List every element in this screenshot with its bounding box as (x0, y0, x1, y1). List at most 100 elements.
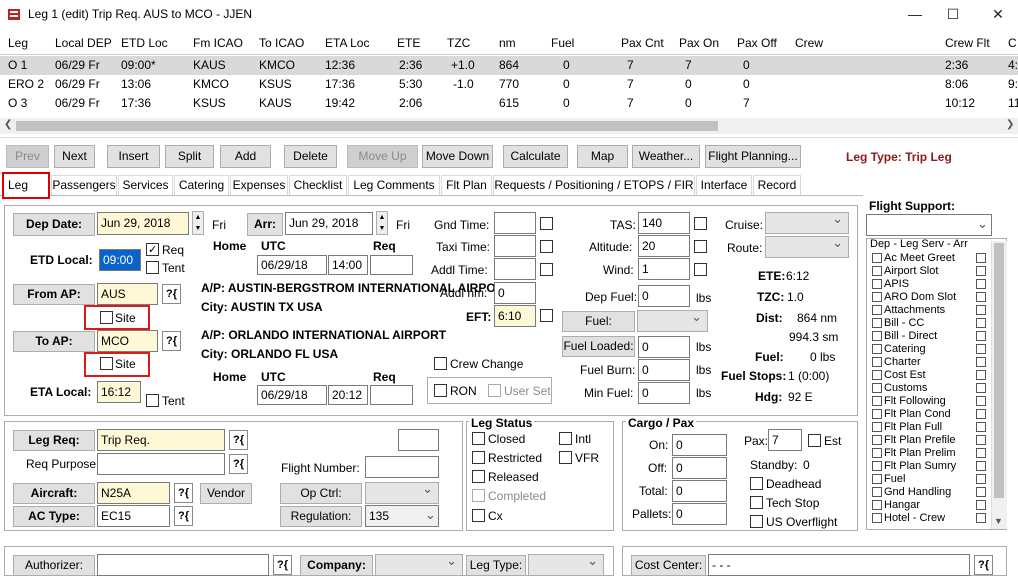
flight-support-dep-checkbox[interactable] (872, 435, 882, 445)
leg-req-extra-field[interactable] (398, 429, 439, 451)
completed-checkbox[interactable] (472, 489, 485, 502)
add-button[interactable]: Add (220, 145, 271, 168)
eta-tent-checkbox[interactable] (146, 394, 159, 407)
tab-requests[interactable]: Requests / Positioning / ETOPS / FIR (493, 175, 695, 195)
dep-date-spinner[interactable]: ▲ ▼ (192, 211, 204, 235)
etd-local-field[interactable]: 09:00 (99, 249, 141, 271)
cargo-off-field[interactable]: 0 (672, 457, 727, 479)
req-purpose-field[interactable] (97, 453, 225, 475)
table-row[interactable]: O 3 06/29 Fr 17:36 KSUS KAUS 19:42 2:06 … (0, 94, 1018, 113)
dep-home-date-field[interactable]: 06/29/18 (257, 255, 327, 275)
wind-checkbox[interactable] (694, 263, 707, 276)
flight-support-arr-checkbox[interactable] (976, 266, 986, 276)
flight-support-arr-checkbox[interactable] (976, 357, 986, 367)
taxi-time-field[interactable] (494, 235, 536, 257)
op-ctrl-button[interactable]: Op Ctrl: (280, 483, 362, 504)
close-icon[interactable]: ✕ (983, 4, 1013, 24)
move-down-button[interactable]: Move Down (422, 145, 493, 168)
ac-type-button[interactable]: AC Type: (13, 506, 95, 527)
flight-support-dep-checkbox[interactable] (872, 253, 882, 263)
regulation-button[interactable]: Regulation: (280, 506, 362, 527)
col-header[interactable]: Crew (795, 36, 823, 50)
aircraft-field[interactable]: N25A (97, 482, 170, 504)
flight-planning-button[interactable]: Flight Planning... (705, 145, 801, 168)
table-row[interactable]: O 1 06/29 Fr 09:00* KAUS KMCO 12:36 2:36… (0, 56, 1018, 75)
arr-req-field[interactable] (370, 385, 413, 405)
dep-date-button[interactable]: Dep Date: (13, 213, 95, 236)
flight-support-dep-checkbox[interactable] (872, 383, 882, 393)
tab-services[interactable]: Services (118, 175, 173, 195)
col-header[interactable]: ETD Loc (121, 36, 168, 50)
col-header[interactable]: Local DEP (55, 36, 112, 50)
flight-support-dep-checkbox[interactable] (872, 344, 882, 354)
minimize-icon[interactable]: — (900, 4, 930, 24)
tab-checklist[interactable]: Checklist (289, 175, 347, 195)
lookup-icon[interactable]: ?{ (273, 555, 292, 575)
flight-support-arr-checkbox[interactable] (976, 500, 986, 510)
us-overflight-checkbox[interactable] (750, 515, 763, 528)
closed-checkbox[interactable] (472, 432, 485, 445)
col-header[interactable]: Pax Cnt (621, 36, 664, 50)
flight-support-arr-checkbox[interactable] (976, 279, 986, 289)
gnd-time-checkbox[interactable] (540, 217, 553, 230)
dep-fuel-field[interactable]: 0 (638, 285, 690, 307)
weather-button[interactable]: Weather... (632, 145, 700, 168)
lookup-icon[interactable]: ?{ (229, 454, 248, 474)
flight-support-arr-checkbox[interactable] (976, 383, 986, 393)
released-checkbox[interactable] (472, 470, 485, 483)
flight-support-dep-checkbox[interactable] (872, 396, 882, 406)
fuel-button[interactable]: Fuel: (562, 311, 635, 332)
to-site-checkbox[interactable] (100, 357, 113, 370)
flight-support-dep-checkbox[interactable] (872, 500, 882, 510)
flight-support-dep-checkbox[interactable] (872, 448, 882, 458)
flight-support-arr-checkbox[interactable] (976, 422, 986, 432)
tab-leg[interactable]: Leg (2, 172, 50, 199)
min-fuel-field[interactable]: 0 (638, 382, 690, 404)
addl-time-field[interactable] (494, 258, 536, 280)
col-header[interactable]: ETA Loc (325, 36, 369, 50)
flight-support-dep-checkbox[interactable] (872, 370, 882, 380)
col-header[interactable]: Leg (8, 36, 28, 50)
flight-support-dep-checkbox[interactable] (872, 487, 882, 497)
scroll-left-icon[interactable]: ❮ (4, 119, 12, 130)
intl-checkbox[interactable] (559, 432, 572, 445)
to-ap-button[interactable]: To AP: (13, 331, 95, 352)
flight-support-dep-checkbox[interactable] (872, 318, 882, 328)
tab-interface[interactable]: Interface (696, 175, 752, 195)
deadhead-checkbox[interactable] (750, 477, 763, 490)
cost-center-field[interactable]: - - - (708, 554, 970, 576)
leg-req-field[interactable]: Trip Req. (97, 429, 225, 451)
lookup-icon[interactable]: ?{ (174, 483, 193, 503)
cost-center-button[interactable]: Cost Center: (631, 555, 706, 576)
lookup-icon[interactable]: ?{ (174, 506, 193, 526)
est-checkbox[interactable] (808, 434, 821, 447)
lookup-icon[interactable]: ?{ (974, 555, 993, 575)
leg-type-dropdown[interactable] (528, 553, 604, 576)
col-header[interactable]: C (1008, 36, 1017, 50)
company-button[interactable]: Company: (300, 555, 373, 576)
delete-button[interactable]: Delete (284, 145, 337, 168)
flight-support-dep-checkbox[interactable] (872, 461, 882, 471)
cx-checkbox[interactable] (472, 509, 485, 522)
lookup-icon[interactable]: ?{ (162, 284, 181, 304)
pallets-field[interactable]: 0 (672, 503, 727, 525)
arr-home-date-field[interactable]: 06/29/18 (257, 385, 327, 405)
flight-support-dep-checkbox[interactable] (872, 409, 882, 419)
lookup-icon[interactable]: ?{ (229, 430, 248, 450)
scroll-down-icon[interactable]: ▼ (994, 516, 1003, 526)
tab-passengers[interactable]: Passengers (51, 175, 117, 195)
eta-local-field[interactable]: 16:12 (97, 381, 141, 403)
flight-support-dep-checkbox[interactable] (872, 266, 882, 276)
flight-support-arr-checkbox[interactable] (976, 331, 986, 341)
col-header[interactable]: To ICAO (259, 36, 304, 50)
flight-support-arr-checkbox[interactable] (976, 305, 986, 315)
scrollbar-thumb[interactable] (16, 121, 718, 131)
flight-support-dep-checkbox[interactable] (872, 357, 882, 367)
addl-time-checkbox[interactable] (540, 263, 553, 276)
col-header[interactable]: ETE (397, 36, 420, 50)
maximize-icon[interactable]: ☐ (938, 4, 968, 24)
flight-support-dep-checkbox[interactable] (872, 422, 882, 432)
col-header[interactable]: Crew Flt (945, 36, 990, 50)
fuel-loaded-button[interactable]: Fuel Loaded: (562, 336, 635, 357)
arr-utc-field[interactable]: 20:12 (328, 385, 368, 405)
